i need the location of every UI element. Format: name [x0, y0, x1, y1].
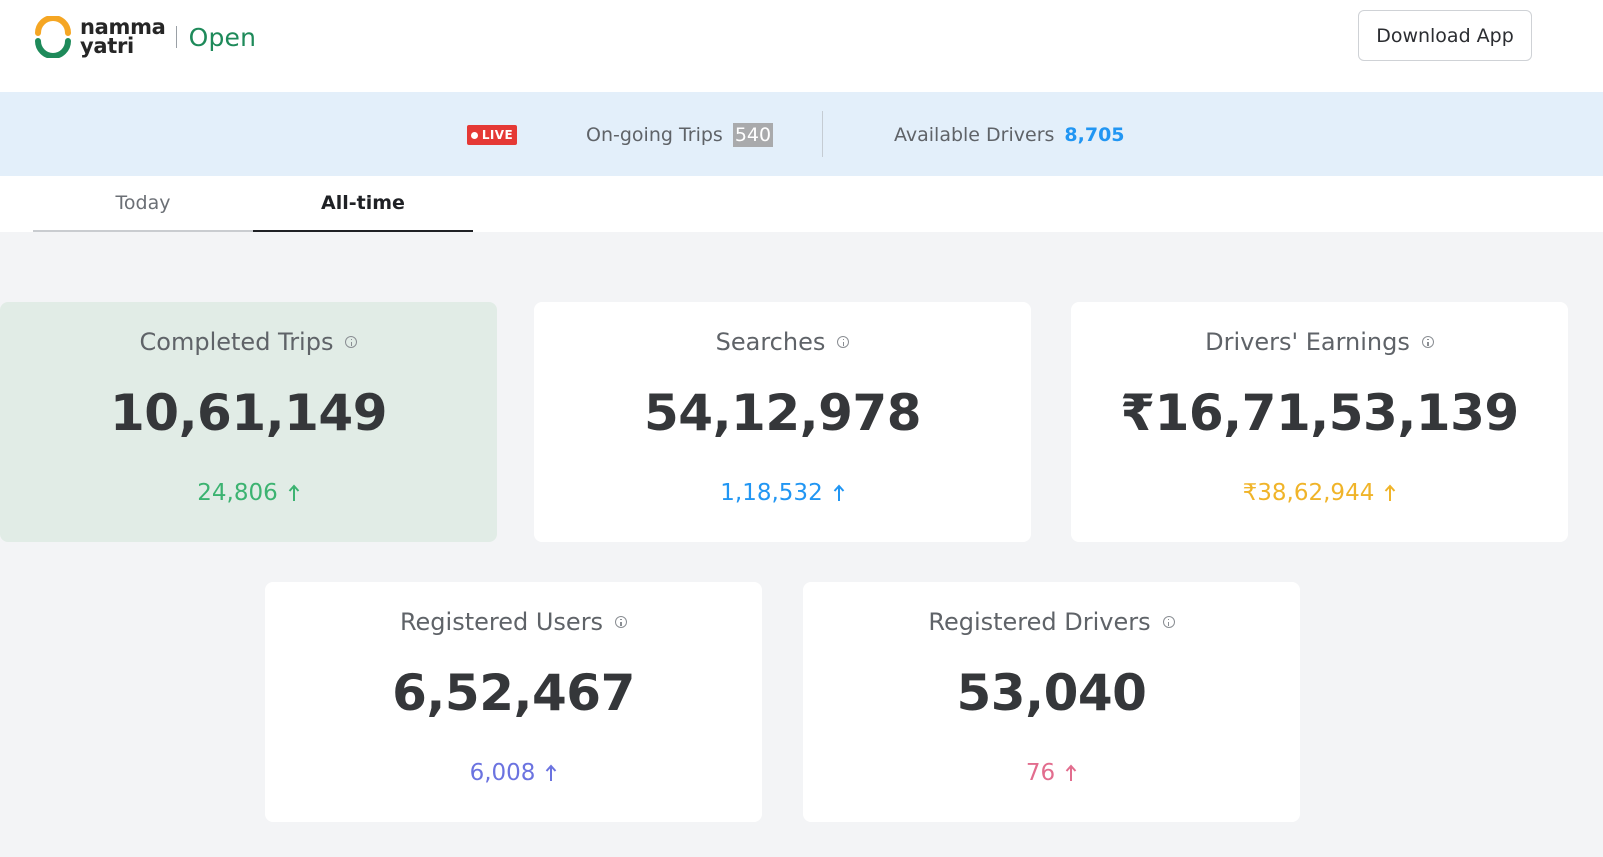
info-icon[interactable]: [1162, 616, 1175, 628]
card-value: 10,61,149: [109, 384, 388, 442]
arrow-up-icon: [288, 484, 300, 502]
card-delta-value: 6,008: [469, 760, 536, 786]
card-delta-value: 76: [1025, 760, 1056, 786]
card-delta: 1,18,532: [534, 480, 1031, 506]
logo-wordmark: namma yatri: [80, 17, 166, 58]
tab-today[interactable]: Today: [33, 176, 253, 232]
card-title-label: Completed Trips: [139, 328, 334, 356]
info-icon[interactable]: [615, 616, 628, 628]
card-value: ₹16,71,53,139: [1120, 384, 1519, 442]
card-delta: 6,008: [265, 760, 762, 786]
arrow-up-icon: [1065, 764, 1077, 782]
card-title-label: Registered Users: [399, 608, 604, 636]
card-title: Registered Drivers: [803, 608, 1300, 636]
arrow-up-icon: [1384, 484, 1396, 502]
card-delta: 24,806: [0, 480, 497, 506]
info-icon[interactable]: [1421, 336, 1434, 348]
card-title-label: Registered Drivers: [928, 608, 1151, 636]
card-delta: ₹38,62,944: [1071, 480, 1568, 506]
card-title: Completed Trips: [0, 328, 497, 356]
card-delta-value: ₹38,62,944: [1242, 480, 1375, 506]
available-drivers: Available Drivers 8,705: [894, 120, 1125, 150]
info-icon[interactable]: [837, 336, 850, 348]
ongoing-trips: On-going Trips 540: [586, 120, 774, 150]
namma-yatri-logo-icon: [32, 15, 74, 59]
live-stats-bar: LIVE On-going Trips 540 Available Driver…: [0, 92, 1603, 176]
card-value: 6,52,467: [392, 664, 635, 722]
arrow-up-icon: [545, 764, 557, 782]
download-app-button[interactable]: Download App: [1358, 10, 1532, 61]
card-drivers-earnings: Drivers' Earnings ₹16,71,53,139 ₹38,62,9…: [1071, 302, 1568, 542]
card-searches: Searches 54,12,978 1,18,532: [534, 302, 1031, 542]
live-dot-icon: [470, 131, 478, 139]
arrow-up-icon: [833, 484, 845, 502]
live-badge-label: LIVE: [481, 128, 514, 142]
card-registered-users: Registered Users 6,52,467 6,008: [265, 582, 762, 822]
card-title-label: Drivers' Earnings: [1205, 328, 1410, 356]
live-badge: LIVE: [467, 125, 517, 145]
brand-logo[interactable]: namma yatri Open: [32, 14, 256, 60]
card-delta-value: 24,806: [197, 480, 278, 506]
ongoing-trips-label: On-going Trips: [586, 124, 723, 146]
available-drivers-value: 8,705: [1064, 124, 1125, 146]
card-delta: 76: [803, 760, 1300, 786]
card-value: 54,12,978: [643, 384, 922, 442]
logo-open-label: Open: [188, 22, 257, 52]
info-icon[interactable]: [345, 336, 358, 348]
ongoing-trips-value: 540: [732, 123, 774, 147]
logo-line-2: yatri: [80, 34, 134, 58]
card-title: Drivers' Earnings: [1071, 328, 1568, 356]
card-value: 53,040: [956, 664, 1147, 722]
card-registered-drivers: Registered Drivers 53,040 76: [803, 582, 1300, 822]
card-delta-value: 1,18,532: [720, 480, 823, 506]
logo-divider: [175, 26, 177, 48]
card-title: Registered Users: [265, 608, 762, 636]
time-range-tabs: Today All-time: [0, 176, 1603, 232]
top-header: namma yatri Open Download App: [0, 0, 1603, 92]
live-divider: [822, 111, 823, 157]
card-title-label: Searches: [715, 328, 826, 356]
card-title: Searches: [534, 328, 1031, 356]
tab-all-time[interactable]: All-time: [253, 176, 473, 232]
card-completed-trips: Completed Trips 10,61,149 24,806: [0, 302, 497, 542]
available-drivers-label: Available Drivers: [894, 124, 1055, 146]
